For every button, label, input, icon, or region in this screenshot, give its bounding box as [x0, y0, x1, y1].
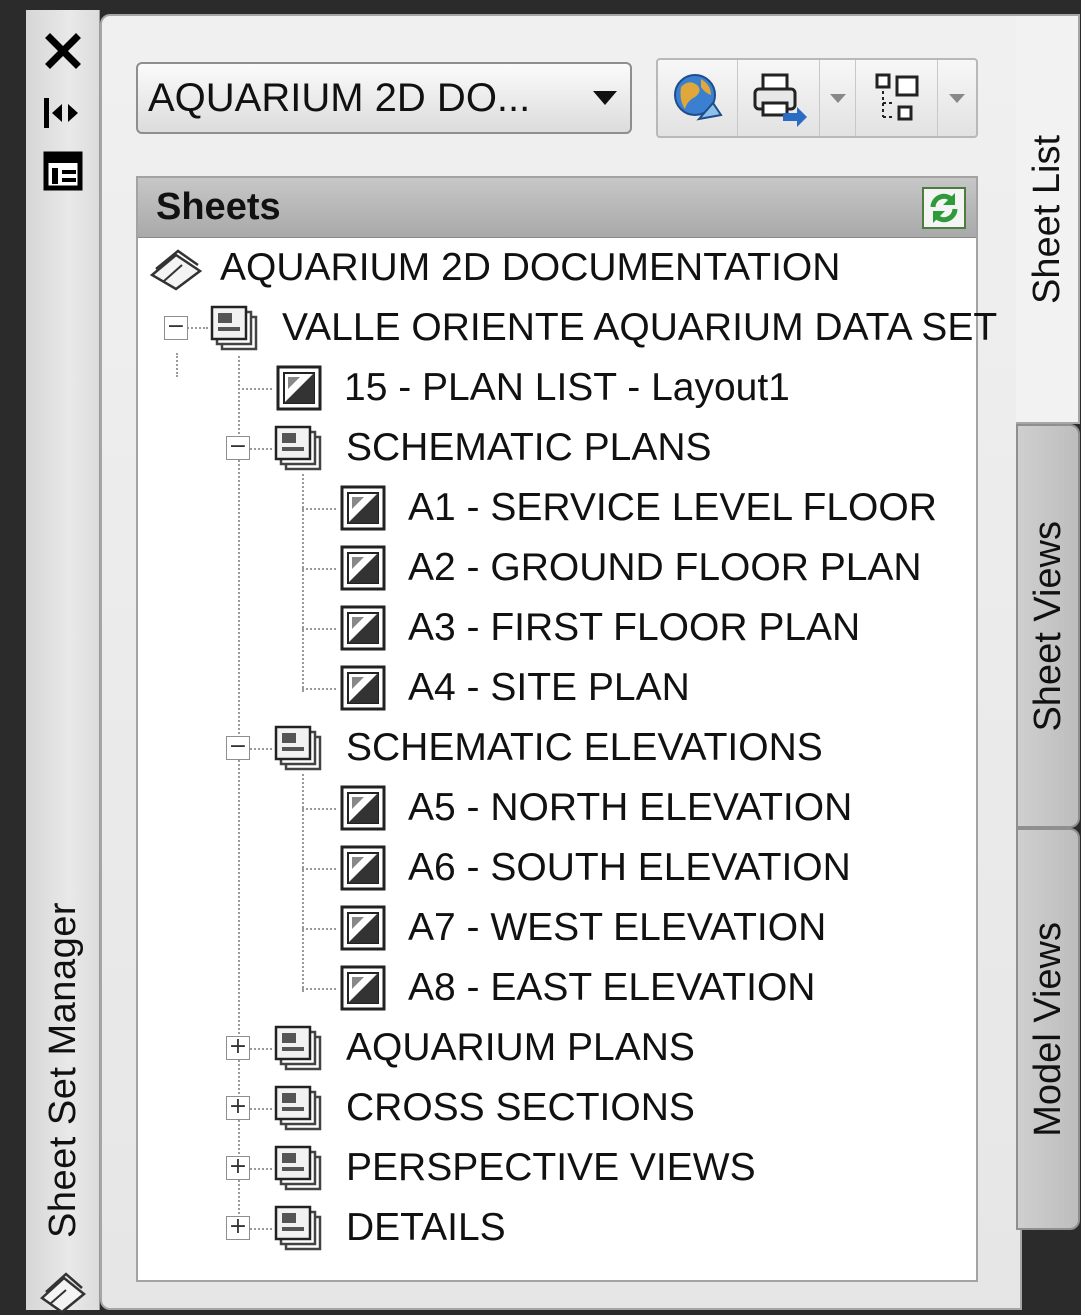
expand-toggle[interactable]: +: [226, 1096, 250, 1120]
sheet-icon: [338, 663, 390, 713]
tree-root-sheet-set[interactable]: AQUARIUM 2D DOCUMENTATION: [138, 238, 976, 298]
tree-item-label: 15 - PLAN LIST - Layout1: [344, 366, 790, 409]
tree-subset-item[interactable]: − VALLE ORIENTE AQUARIUM DATA SET: [138, 298, 997, 358]
tree-item-label: A7 - WEST ELEVATION: [408, 906, 827, 949]
sheets-header: Sheets: [138, 178, 976, 238]
properties-icon[interactable]: [40, 148, 86, 194]
tree-subset-item[interactable]: + PERSPECTIVE VIEWS: [138, 1138, 976, 1198]
tree-item-label: DETAILS: [346, 1206, 506, 1249]
sheet-icon: [338, 903, 390, 953]
sheets-title: Sheets: [156, 186, 281, 228]
collapse-toggle[interactable]: −: [226, 436, 250, 460]
tree-subset-item[interactable]: − SCHEMATIC PLANS: [138, 418, 976, 478]
expand-toggle[interactable]: +: [226, 1216, 250, 1240]
tab-sheet-list[interactable]: Sheet List: [1016, 14, 1080, 424]
view-options-dropdown-arrow[interactable]: [938, 60, 976, 136]
tree-sheet-item[interactable]: A8 - EAST ELEVATION: [138, 958, 976, 1018]
collapse-toggle[interactable]: −: [164, 316, 188, 340]
sheet-icon: [338, 483, 390, 533]
tree-subset-item[interactable]: + AQUARIUM PLANS: [138, 1018, 976, 1078]
tree-item-label: SCHEMATIC ELEVATIONS: [346, 726, 823, 769]
tree-item-label: AQUARIUM 2D DOCUMENTATION: [220, 246, 841, 289]
tab-sheet-views[interactable]: Sheet Views: [1016, 424, 1080, 828]
tab-model-views[interactable]: Model Views: [1016, 828, 1080, 1230]
tree-sheet-item[interactable]: A3 - FIRST FLOOR PLAN: [138, 598, 976, 658]
subset-icon: [208, 303, 260, 353]
tree-item-label: A3 - FIRST FLOOR PLAN: [408, 606, 861, 649]
tree-sheet-item[interactable]: 15 - PLAN LIST - Layout1: [138, 358, 976, 418]
publish-button[interactable]: [738, 60, 820, 136]
subset-icon: [272, 1143, 324, 1193]
sheet-toolbar: [656, 58, 978, 138]
tree-item-label: A2 - GROUND FLOOR PLAN: [408, 546, 922, 589]
sheet-icon: [338, 963, 390, 1013]
sheet-set-icon: [148, 243, 203, 293]
tree-item-label: A5 - NORTH ELEVATION: [408, 786, 853, 829]
view-options-button[interactable]: [856, 60, 938, 136]
sheet-icon: [274, 363, 326, 413]
subset-icon: [272, 1083, 324, 1133]
sheet-set-details-button[interactable]: [658, 60, 738, 136]
tree-item-label: CROSS SECTIONS: [346, 1086, 695, 1129]
auto-hide-icon[interactable]: [40, 90, 86, 136]
tree-item-label: SCHEMATIC PLANS: [346, 426, 712, 469]
tree-subset-item[interactable]: − SCHEMATIC ELEVATIONS: [138, 718, 976, 778]
printer-icon: [753, 73, 807, 127]
sheet-set-selector[interactable]: AQUARIUM 2D DO...: [136, 62, 632, 134]
sheet-icon: [338, 603, 390, 653]
chevron-down-icon[interactable]: [580, 64, 630, 132]
tree-item-label: VALLE ORIENTE AQUARIUM DATA SET: [282, 306, 998, 349]
sheet-icon: [338, 783, 390, 833]
tree-subset-item[interactable]: + CROSS SECTIONS: [138, 1078, 976, 1138]
tree-item-label: A6 - SOUTH ELEVATION: [408, 846, 851, 889]
sheet-layout-icon: [875, 73, 918, 121]
expand-toggle[interactable]: +: [226, 1036, 250, 1060]
publish-dropdown-arrow[interactable]: [820, 60, 856, 136]
tree-item-label: A1 - SERVICE LEVEL FLOOR: [408, 486, 937, 529]
sheet-icon: [338, 843, 390, 893]
tree-item-label: PERSPECTIVE VIEWS: [346, 1146, 756, 1189]
subset-icon: [272, 1203, 324, 1253]
tree-item-label: A4 - SITE PLAN: [408, 666, 690, 709]
tree-sheet-item[interactable]: A2 - GROUND FLOOR PLAN: [138, 538, 976, 598]
sheet-tree: AQUARIUM 2D DOCUMENTATION − VALLE ORIENT…: [138, 238, 997, 1278]
tree-sheet-item[interactable]: A5 - NORTH ELEVATION: [138, 778, 976, 838]
subset-icon: [272, 1023, 324, 1073]
sheet-set-selector-value: AQUARIUM 2D DO...: [148, 75, 531, 120]
tree-item-label: A8 - EAST ELEVATION: [408, 966, 816, 1009]
tree-sheet-item[interactable]: A6 - SOUTH ELEVATION: [138, 838, 976, 898]
tree-subset-item[interactable]: + DETAILS: [138, 1198, 976, 1258]
refresh-icon[interactable]: [922, 186, 966, 229]
tree-sheet-item[interactable]: A7 - WEST ELEVATION: [138, 898, 976, 958]
sheets-tree-panel: Sheets AQUARIUM 2D DOCUMENTATION − VALLE…: [136, 176, 997, 1282]
subset-icon: [272, 423, 324, 473]
sheet-set-manager-panel: AQUARIUM 2D DO... Sheets AQUARIUM 2D DOC…: [100, 14, 1022, 1310]
tree-sheet-item[interactable]: A1 - SERVICE LEVEL FLOOR: [138, 478, 976, 538]
tree-item-label: AQUARIUM PLANS: [346, 1026, 695, 1069]
globe-icon: [673, 74, 723, 121]
close-icon[interactable]: [40, 28, 86, 74]
expand-toggle[interactable]: +: [226, 1156, 250, 1180]
tree-sheet-item[interactable]: A4 - SITE PLAN: [138, 658, 976, 718]
sheet-icon: [338, 543, 390, 593]
palette-title-strip: Sheet Set Manager: [26, 10, 100, 1314]
sheet-set-icon: [36, 1268, 90, 1314]
collapse-toggle[interactable]: −: [226, 736, 250, 760]
subset-icon: [272, 723, 324, 773]
palette-title: Sheet Set Manager: [41, 902, 84, 1238]
